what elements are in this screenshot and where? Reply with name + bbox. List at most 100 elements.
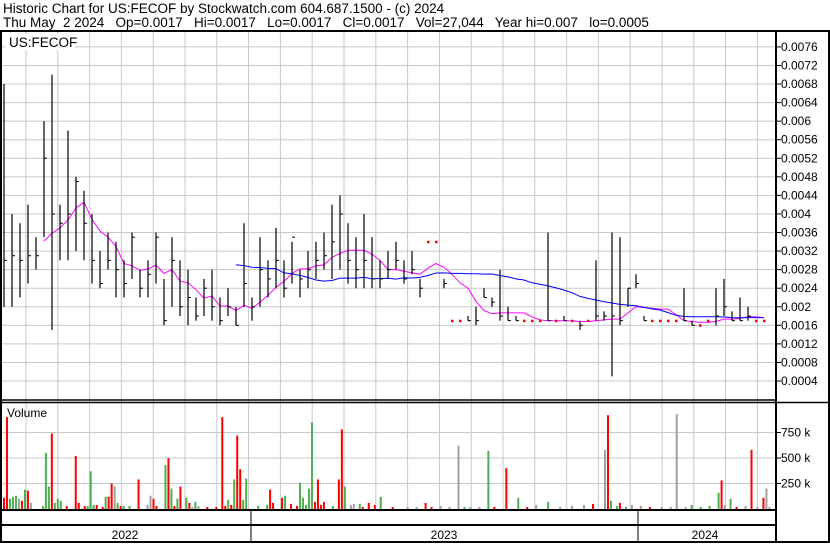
volume-bar: [221, 417, 224, 509]
volume-bar: [233, 479, 236, 509]
volume-bar: [406, 506, 409, 509]
year-label-2024: 2024: [692, 528, 719, 542]
volume-bar: [164, 465, 167, 509]
price-tick-label: 0.0024: [781, 281, 818, 295]
volume-bar: [361, 506, 364, 509]
volume-bar: [266, 504, 269, 509]
price-tick-label: 0.002: [781, 300, 811, 314]
volume-bar: [307, 488, 310, 509]
volume-bar: [8, 498, 11, 509]
volume-bar: [684, 506, 687, 509]
volume-bar: [618, 502, 621, 509]
volume-bar: [11, 496, 14, 509]
volume-bar: [56, 498, 59, 509]
year-label-2023: 2023: [431, 528, 458, 542]
volume-bar: [230, 504, 233, 509]
volume-bar: [765, 488, 768, 509]
volume-bar: [463, 506, 466, 509]
volume-bar: [155, 505, 158, 509]
volume-bar: [768, 506, 771, 509]
volume-bar: [717, 492, 720, 509]
volume-bar: [750, 449, 753, 509]
volume-bar: [690, 504, 693, 509]
header-quote: Thu May 2 2024 Op=0.0017 Hi=0.0017 Lo=0.…: [3, 15, 649, 30]
volume-bar: [224, 505, 227, 509]
volume-bar: [188, 502, 191, 509]
price-tick-label: 0.0052: [781, 151, 818, 165]
year-label-2022: 2022: [112, 528, 139, 542]
volume-bar: [101, 506, 104, 509]
volume-bar: [615, 505, 618, 509]
volume-bar: [290, 503, 293, 509]
volume-bar: [304, 504, 307, 509]
volume-bar: [302, 497, 304, 509]
volume-bar: [5, 417, 8, 509]
price-bar-flat: [435, 240, 438, 244]
price-bar-flat: [651, 319, 654, 323]
price-tick-label: 0.0012: [781, 337, 818, 351]
stock-chart: Historic Chart for US:FECOF by Stockwatc…: [0, 0, 830, 543]
volume-bar: [116, 502, 119, 509]
volume-tick-label: 250 k: [781, 477, 811, 491]
price-bar-flat: [539, 319, 542, 323]
volume-bar: [137, 479, 140, 509]
volume-bar: [236, 435, 239, 509]
volume-bar: [439, 505, 442, 509]
volume-bar: [337, 479, 340, 509]
volume-bar: [609, 500, 612, 509]
price-tick-label: 0.0076: [781, 40, 818, 54]
price-bar-flat: [451, 319, 454, 323]
price-tick-label: 0.0016: [781, 318, 818, 332]
volume-bar: [729, 498, 732, 509]
volume-bar: [517, 497, 520, 509]
volume-bar: [110, 483, 113, 509]
volume-bar: [720, 480, 723, 509]
volume-bar: [119, 505, 122, 509]
volume-bar: [603, 449, 606, 509]
price-bar-flat: [675, 319, 678, 323]
volume-bar: [104, 496, 107, 509]
volume-bar: [708, 505, 711, 509]
volume-bar: [322, 501, 325, 509]
volume-bar: [699, 506, 702, 509]
price-bar-flat: [763, 319, 766, 323]
volume-bar: [194, 501, 197, 509]
volume-bar: [669, 506, 672, 509]
volume-bar: [197, 505, 200, 509]
volume-bar: [448, 506, 451, 509]
volume-bar: [89, 471, 92, 509]
volume-bar: [675, 414, 678, 509]
volume-bar: [487, 450, 490, 509]
volume-bar: [478, 506, 481, 509]
price-tick-label: 0.0004: [781, 374, 818, 388]
volume-bar: [391, 506, 394, 509]
price-bar-flat: [427, 240, 430, 244]
volume-bar: [227, 499, 230, 509]
volume-bar: [583, 504, 586, 509]
volume-bar: [493, 506, 496, 509]
volume-bar: [167, 458, 170, 509]
volume-bar: [373, 504, 376, 509]
volume-bar: [239, 469, 242, 509]
price-tick-label: 0.0064: [781, 96, 818, 110]
volume-bar: [343, 486, 346, 509]
price-bar-flat: [571, 319, 574, 323]
volume-bar: [358, 503, 361, 509]
volume-bar: [624, 506, 627, 509]
volume-bar: [313, 501, 316, 509]
price-bar-flat: [555, 319, 558, 323]
price-tick-label: 0.0044: [781, 188, 818, 202]
price-tick-label: 0.0008: [781, 355, 818, 369]
volume-bar: [379, 496, 382, 509]
volume-bar: [3, 497, 5, 509]
volume-bar: [349, 504, 352, 509]
volume-bar: [74, 455, 77, 509]
volume-bar: [128, 505, 131, 509]
price-tick-label: 0.0072: [781, 58, 818, 72]
price-bar-flat: [587, 319, 590, 323]
volume-bar: [152, 498, 155, 509]
price-tick-label: 0.0032: [781, 244, 818, 258]
volume-bar: [559, 506, 562, 509]
price-bar-flat: [699, 324, 702, 327]
volume-bar: [65, 505, 68, 509]
